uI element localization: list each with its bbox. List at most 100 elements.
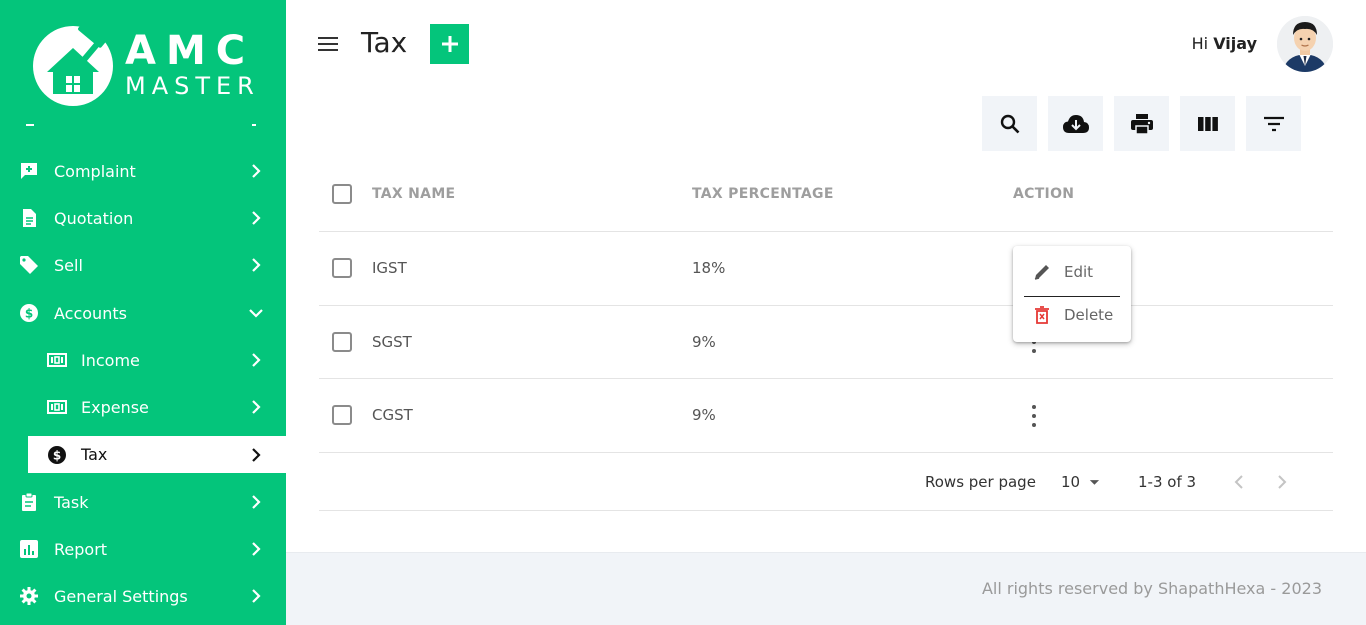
filter-button[interactable] (1246, 96, 1301, 151)
chevron-right-icon (246, 539, 266, 559)
trash-icon (1035, 306, 1049, 324)
chevron-down-icon (246, 303, 266, 323)
view-columns-button[interactable] (1180, 96, 1235, 151)
select-all-checkbox[interactable] (332, 184, 352, 204)
divider (319, 510, 1333, 511)
sidebar-item-quotation[interactable]: Quotation (0, 198, 286, 238)
print-icon (1130, 113, 1153, 135)
divider (319, 231, 1333, 232)
svg-text:$: $ (53, 448, 61, 462)
sidebar-item-tax[interactable]: $ Tax (28, 436, 286, 473)
chevron-right-icon (1278, 475, 1287, 489)
tax-name-cell: CGST (372, 406, 413, 424)
tag-icon (19, 255, 39, 275)
complaint-icon (19, 161, 39, 181)
dot (1032, 405, 1036, 409)
sidebar-item-general-settings[interactable]: General Settings (0, 576, 286, 616)
footer-copyright: All rights reserved by ShapathHexa - 202… (981, 579, 1322, 598)
sidebar-item-label: Quotation (54, 208, 134, 228)
tax-percentage-cell: 9% (692, 333, 716, 351)
brand-logo[interactable]: AMC MASTER (33, 22, 263, 108)
filter-icon (1263, 116, 1284, 131)
row-checkbox[interactable] (332, 332, 352, 352)
pencil-icon (1034, 265, 1049, 280)
dollar-circle-icon: $ (19, 303, 39, 323)
row-checkbox[interactable] (332, 258, 352, 278)
cloud-download-icon (1062, 114, 1089, 133)
sidebar-item-label: Accounts (54, 303, 127, 323)
chevron-right-icon (246, 350, 266, 370)
sidebar-item-label: Complaint (54, 161, 136, 181)
sidebar-item-label: Task (54, 492, 89, 512)
sidebar-item-accounts[interactable]: $ Accounts (0, 293, 286, 333)
report-icon (19, 539, 39, 559)
page-title: Tax (361, 26, 408, 59)
column-header-tax-name[interactable]: TAX NAME (372, 186, 455, 202)
dollar-circle-icon: $ (47, 445, 67, 465)
footer: All rights reserved by ShapathHexa - 202… (286, 552, 1366, 625)
print-button[interactable] (1114, 96, 1169, 151)
search-icon (1000, 114, 1019, 133)
sidebar-item-label: Sell (54, 255, 83, 275)
add-tax-button[interactable] (430, 24, 469, 64)
brand-line1: AMC (125, 28, 256, 74)
column-header-action: ACTION (1013, 186, 1075, 202)
dot (1032, 414, 1036, 418)
sidebar-item-expense[interactable]: Expense (0, 387, 286, 427)
sidebar-item-sell[interactable]: Sell (0, 245, 286, 285)
row-action-menu: Edit Delete (1013, 246, 1131, 342)
sidebar-item-complaint[interactable]: Complaint (0, 151, 286, 191)
document-icon (19, 208, 39, 228)
chevron-right-icon (246, 161, 266, 181)
sidebar-item-task[interactable]: Task (0, 482, 286, 522)
sidebar-item-report[interactable]: Report (0, 529, 286, 569)
tax-name-cell: IGST (372, 259, 407, 277)
divider (319, 378, 1333, 379)
tax-percentage-cell: 9% (692, 406, 716, 424)
dot (1032, 349, 1036, 353)
sidebar-item-label: General Settings (54, 586, 188, 606)
next-page-button[interactable] (1272, 472, 1292, 492)
sidebar-item-label: Expense (81, 397, 149, 417)
rows-per-page-label: Rows per page (925, 473, 1036, 491)
tax-percentage-cell: 18% (692, 259, 726, 277)
chevron-left-icon (1234, 475, 1243, 489)
scroll-hint (26, 124, 34, 126)
chevron-right-icon (246, 208, 266, 228)
chevron-right-icon (246, 397, 266, 417)
user-greeting: Hi Vijay (1192, 34, 1257, 53)
sidebar-item-label: Income (81, 350, 140, 370)
dot (1032, 423, 1036, 427)
column-header-tax-percentage[interactable]: TAX PERCENTAGE (692, 186, 834, 202)
row-checkbox[interactable] (332, 405, 352, 425)
svg-text:$: $ (25, 307, 33, 321)
gear-icon (19, 586, 39, 606)
house-hammer-icon (33, 22, 113, 106)
chevron-right-icon (246, 492, 266, 512)
brand-name: AMC MASTER (125, 30, 260, 100)
brand-line2: MASTER (125, 72, 260, 100)
plus-icon (441, 36, 458, 52)
menu-toggle-button[interactable] (316, 32, 340, 56)
download-button[interactable] (1048, 96, 1103, 151)
chevron-right-icon (246, 586, 266, 606)
view-columns-icon (1197, 116, 1218, 131)
edit-label: Edit (1064, 263, 1094, 281)
rows-per-page-select[interactable]: 10 (1061, 472, 1101, 492)
scroll-hint (252, 124, 256, 126)
money-icon (47, 350, 67, 370)
previous-page-button[interactable] (1229, 472, 1249, 492)
edit-menu-item[interactable]: Edit (1013, 252, 1131, 292)
row-actions-button[interactable] (1028, 405, 1040, 427)
money-icon (47, 397, 67, 417)
caret-down-icon (1089, 480, 1100, 485)
greeting-text: Hi (1191, 34, 1209, 53)
tax-name-cell: SGST (372, 333, 412, 351)
chevron-right-icon (246, 255, 266, 275)
avatar[interactable] (1277, 16, 1333, 72)
sidebar-item-income[interactable]: Income (0, 340, 286, 380)
delete-menu-item[interactable]: Delete (1013, 295, 1131, 335)
sidebar-item-label: Report (54, 539, 108, 559)
divider (319, 452, 1333, 453)
search-button[interactable] (982, 96, 1037, 151)
